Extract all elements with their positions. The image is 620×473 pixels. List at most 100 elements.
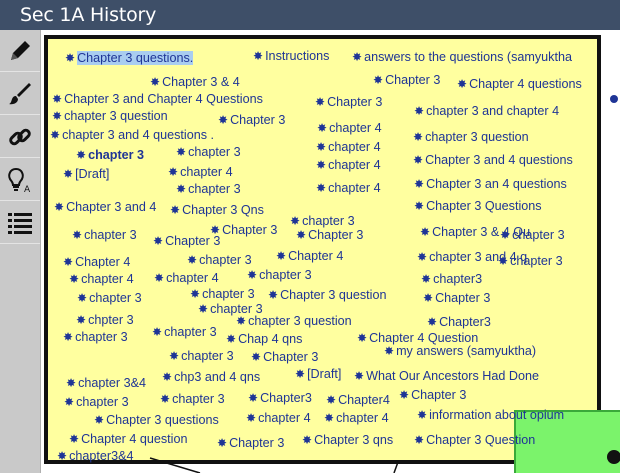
note-bullet-icon: ✸ [190, 287, 201, 301]
note-bullet-icon: ✸ [170, 203, 181, 217]
note-link[interactable]: ✸ Chapter 3 [315, 95, 382, 109]
note-link[interactable]: ✸ chapter 3 [498, 254, 563, 268]
note-link[interactable]: ✸ chapter 3 [77, 291, 142, 305]
note-link[interactable]: ✸ Chapter 3 questions [94, 413, 219, 427]
note-bullet-icon: ✸ [76, 148, 87, 162]
note-link[interactable]: ✸ Chapter 4 Question [357, 331, 478, 345]
note-link[interactable]: ✸ Instructions [253, 49, 329, 63]
note-link[interactable]: ✸ chapter 4 [69, 272, 134, 286]
note-bullet-icon: ✸ [69, 272, 80, 286]
note-link[interactable]: ✸ chapter 3 [63, 330, 128, 344]
note-link[interactable]: ✸ chapter 3 [190, 287, 255, 301]
note-label: chapter 4 [328, 140, 381, 154]
note-link[interactable]: ✸ chapter 3 and 4 questions . [50, 128, 214, 142]
note-link[interactable]: ✸ chapter 3 [76, 148, 144, 162]
note-link[interactable]: ✸ chapter 3 [152, 325, 217, 339]
note-link[interactable]: ✸ Chapter 3 and 4 [54, 200, 156, 214]
note-bullet-icon: ✸ [69, 432, 80, 446]
note-link[interactable]: ✸ Chapter3 [248, 391, 312, 405]
note-link[interactable]: ✸ chapter 3 [72, 228, 137, 242]
note-link[interactable]: ✸ chapter 3 [500, 228, 565, 242]
note-bullet-icon: ✸ [423, 291, 434, 305]
note-link[interactable]: ✸ chapter 4 [317, 121, 382, 135]
note-link[interactable]: ✸ answers to the questions (samyuktha [352, 50, 572, 64]
note-label: chapter3&4 [69, 449, 134, 463]
note-link[interactable]: ✸ Chapter 3 & 4 [150, 75, 240, 89]
note-link[interactable]: ✸ chapter 3&4 [66, 376, 146, 390]
note-bullet-icon: ✸ [316, 158, 327, 172]
note-link[interactable]: ✸ Chapter 4 [276, 249, 343, 263]
note-bullet-icon: ✸ [373, 73, 384, 87]
note-bullet-icon: ✸ [218, 113, 229, 127]
note-link[interactable]: ✸ chapter 4 [154, 271, 219, 285]
note-label: Chapter 3 Questions [426, 199, 542, 213]
note-link[interactable]: ✸ chapter 3 [176, 182, 241, 196]
note-link[interactable]: ✸ chapter 3 [290, 214, 355, 228]
note-link[interactable]: ✸ chapter 3 question [236, 314, 352, 328]
note-label: chapter 3 [302, 214, 355, 228]
note-link[interactable]: ✸ my answers (samyuktha) [384, 344, 536, 358]
note-bullet-icon: ✸ [421, 272, 432, 286]
note-label: Chapter3 [439, 315, 491, 329]
note-link[interactable]: ✸ Chapter 4 [63, 255, 130, 269]
note-label: chapter 4 [328, 158, 381, 172]
note-bullet-icon: ✸ [57, 449, 68, 463]
note-link[interactable]: ✸ chpter 3 [76, 313, 134, 327]
note-link[interactable]: ✸ Chapter 3 [423, 291, 490, 305]
note-link[interactable]: ✸ Chapter 3 question [268, 288, 386, 302]
note-label: chapter 3 [75, 330, 128, 344]
note-link[interactable]: ✸ [Draft] [63, 167, 109, 181]
note-link[interactable]: ✸ Chapter 3 Qns [170, 203, 264, 217]
note-link[interactable]: ✸ Chapter 3 [296, 228, 363, 242]
note-label: Chapter 3 questions. [77, 51, 194, 65]
note-link[interactable]: ✸ Chapter 3 [251, 350, 318, 364]
note-link[interactable]: ✸ chapter 4 [316, 181, 381, 195]
note-link[interactable]: ✸ Chapter 3 questions. [65, 51, 194, 65]
note-link[interactable]: ✸ [Draft] [295, 367, 341, 381]
note-bullet-icon: ✸ [63, 255, 74, 269]
note-link[interactable]: ✸ chapter 3 question [413, 130, 529, 144]
note-link[interactable]: ✸ Chapter 3 [399, 388, 466, 402]
note-link[interactable]: ✸ chapter 3 [64, 395, 129, 409]
note-link[interactable]: ✸ chapter 4 [168, 165, 233, 179]
note-link[interactable]: ✸ Chapter 3 [218, 113, 285, 127]
note-link[interactable]: ✸ chapter 3 [247, 268, 312, 282]
note-link[interactable]: ✸ chapter 4 [324, 411, 389, 425]
note-link[interactable]: ✸ Chapter4 [326, 393, 390, 407]
note-link[interactable]: ✸ chapter 4 [316, 158, 381, 172]
note-link[interactable]: ✸ Chap 4 qns [226, 332, 302, 346]
note-link[interactable]: ✸ Chapter 4 question [69, 432, 187, 446]
note-link[interactable]: ✸ chapter 4 [316, 140, 381, 154]
note-link[interactable]: ✸ What Our Ancestors Had Done [354, 369, 539, 383]
note-link[interactable]: ✸ Chapter 3 [217, 436, 284, 450]
note-link[interactable]: ✸ chapter3 [421, 272, 482, 286]
note-link[interactable]: ✸ chp3 and 4 qns [162, 370, 260, 384]
note-link[interactable]: ✸ Chapter 3 qns [302, 433, 393, 447]
note-link[interactable]: ✸ chapter 3 [187, 253, 252, 267]
note-link[interactable]: ✸ chapter 3 and chapter 4 [414, 104, 559, 118]
note-link[interactable]: ✸ information about opium [417, 408, 564, 422]
note-link[interactable]: ✸ Chapter 3 [210, 223, 277, 237]
note-link[interactable]: ✸ Chapter 3 Question [414, 433, 535, 447]
note-link[interactable]: ✸ chapter3&4 [57, 449, 133, 463]
note-link[interactable]: ✸ chapter 3 question [52, 109, 168, 123]
note-link[interactable]: ✸ Chapter 4 questions [457, 77, 582, 91]
note-label: chapter 3 question [425, 130, 529, 144]
note-label: chapter 3 [259, 268, 312, 282]
note-label: chapter 3 [510, 254, 563, 268]
note-link[interactable]: ✸ chapter 3 [176, 145, 241, 159]
note-link[interactable]: ✸ Chapter 3 Questions [414, 199, 542, 213]
note-link[interactable]: ✸ Chapter3 [427, 315, 491, 329]
note-link[interactable]: ✸ Chapter 3 and Chapter 4 Questions [52, 92, 263, 106]
note-label: Chapter 3 qns [314, 433, 394, 447]
note-link[interactable]: ✸ Chapter 3 and 4 questions [413, 153, 573, 167]
note-label: Chapter 3 [327, 95, 383, 109]
note-link[interactable]: ✸ chapter 3 [169, 349, 234, 363]
note-link[interactable]: ✸ chapter 4 [246, 411, 311, 425]
note-label: Chapter 3 Question [426, 433, 536, 447]
note-link[interactable]: ✸ Chapter 3 an 4 questions [414, 177, 567, 191]
note-bullet-icon: ✸ [210, 223, 221, 237]
note-link[interactable]: ✸ Chapter 3 [373, 73, 440, 87]
note-bullet-icon: ✸ [316, 140, 327, 154]
note-link[interactable]: ✸ chapter 3 [160, 392, 225, 406]
